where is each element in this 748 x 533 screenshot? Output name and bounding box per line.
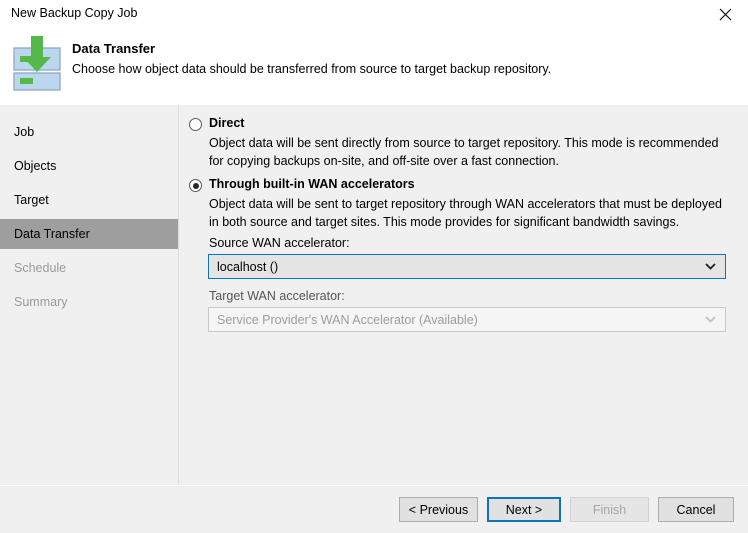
option-direct-label: Direct xyxy=(209,116,245,130)
sidebar-item-summary: Summary xyxy=(0,287,178,317)
option-direct-description: Object data will be sent directly from s… xyxy=(209,136,719,168)
sidebar-item-label: Schedule xyxy=(14,261,67,275)
next-button[interactable]: Next > xyxy=(487,497,561,522)
sidebar-item-label: Data Transfer xyxy=(14,227,90,241)
sidebar-item-objects[interactable]: Objects xyxy=(0,151,178,181)
sidebar-item-target[interactable]: Target xyxy=(0,185,178,215)
chevron-down-icon xyxy=(704,314,716,326)
sidebar-item-schedule: Schedule xyxy=(0,253,178,283)
sidebar-item-data-transfer[interactable]: Data Transfer xyxy=(0,219,178,249)
backup-copy-download-icon xyxy=(8,35,66,91)
wizard-footer: < Previous Next > Finish Cancel xyxy=(0,486,748,533)
page-title: Data Transfer xyxy=(72,41,156,56)
close-icon[interactable] xyxy=(702,0,748,28)
sidebar-item-job[interactable]: Job xyxy=(0,117,178,147)
wizard-body: Job Objects Target Data Transfer Schedul… xyxy=(0,105,748,485)
source-wan-accelerator-value: localhost () xyxy=(217,259,279,274)
sidebar-item-label: Job xyxy=(14,125,35,139)
target-wan-accelerator-label: Target WAN accelerator: xyxy=(209,289,345,303)
previous-button[interactable]: < Previous xyxy=(399,497,478,522)
wizard-header: Data Transfer Choose how object data sho… xyxy=(0,28,748,105)
radio-wan-accelerators[interactable] xyxy=(189,179,202,192)
source-wan-accelerator-label: Source WAN accelerator: xyxy=(209,236,350,250)
option-wan-accelerators-description: Object data will be sent to target repos… xyxy=(209,197,722,229)
option-wan-accelerators-label: Through built-in WAN accelerators xyxy=(209,177,415,191)
window-title: New Backup Copy Job xyxy=(11,6,138,20)
source-wan-accelerator-select[interactable]: localhost () xyxy=(208,254,726,279)
target-wan-accelerator-select: Service Provider's WAN Accelerator (Avai… xyxy=(208,307,726,332)
sidebar-item-label: Target xyxy=(14,193,49,207)
data-transfer-panel: Direct Object data will be sent directly… xyxy=(179,105,748,485)
cancel-button[interactable]: Cancel xyxy=(658,497,734,522)
sidebar-item-label: Objects xyxy=(14,159,57,173)
window-titlebar: New Backup Copy Job xyxy=(0,0,748,28)
chevron-down-icon xyxy=(704,261,716,273)
page-subtitle: Choose how object data should be transfe… xyxy=(72,62,552,76)
radio-selected-dot xyxy=(192,182,199,189)
wizard-steps-sidebar: Job Objects Target Data Transfer Schedul… xyxy=(0,105,179,485)
sidebar-item-label: Summary xyxy=(14,295,68,309)
finish-button: Finish xyxy=(570,497,649,522)
target-wan-accelerator-value: Service Provider's WAN Accelerator (Avai… xyxy=(217,312,478,327)
radio-direct[interactable] xyxy=(189,118,202,131)
